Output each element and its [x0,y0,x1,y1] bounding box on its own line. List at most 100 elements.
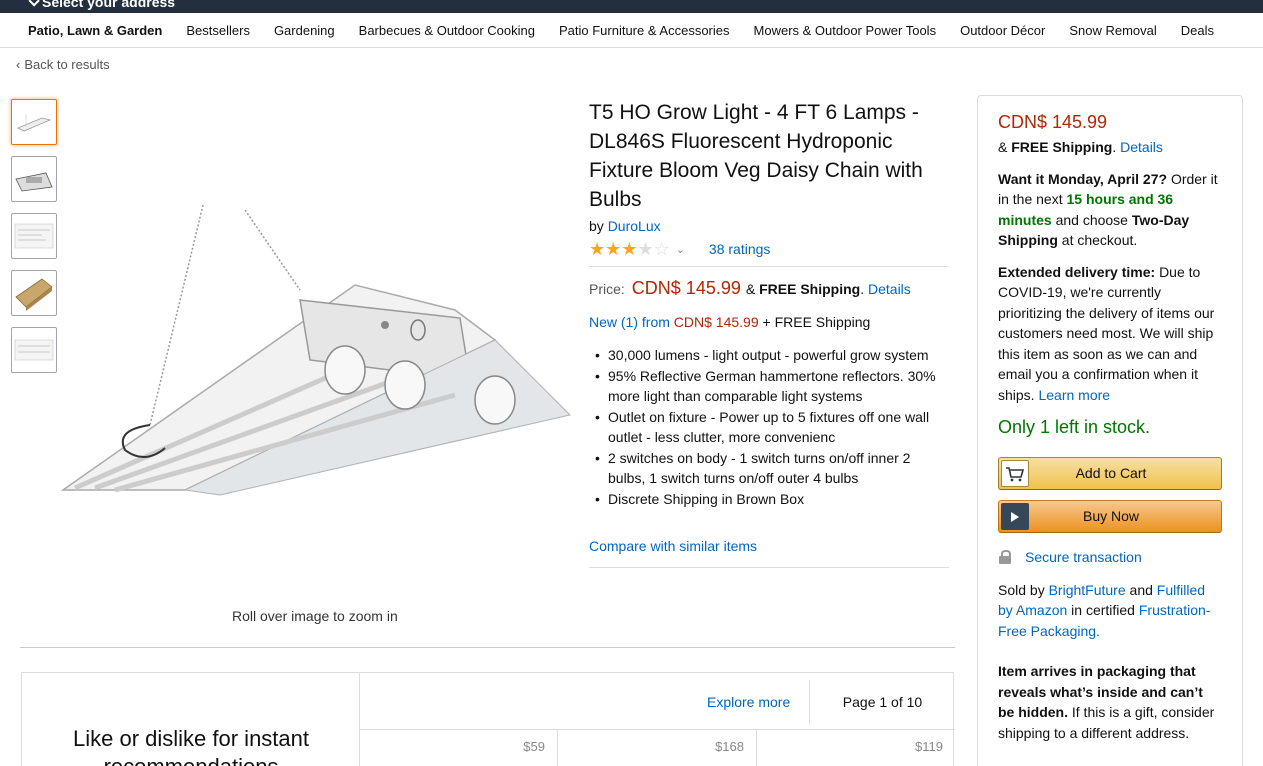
recommendations-widget: Like or dislike for instant recommendati… [21,672,955,766]
new-from-label: New (1) from [589,314,670,330]
select-address-link[interactable]: Select your address [28,0,175,10]
buybox-free-shipping: FREE Shipping [1011,139,1113,155]
divider [589,567,949,568]
sold-by-prefix: Sold by [998,581,1045,598]
select-address-label: Select your address [42,0,176,10]
nav-item-patio-lawn-garden[interactable]: Patio, Lawn & Garden [28,23,162,38]
box-thumbnail-icon [15,278,53,311]
brand-link[interactable]: DuroLux [608,218,661,234]
chevron-left-icon: ‹ [16,57,21,72]
card-price: $59 [523,739,545,754]
card-price: $119 [915,739,943,754]
recommendation-card[interactable]: $59 [360,730,558,766]
page-indicator: Page 1 of 10 [809,680,955,724]
shipping-ampersand: & [745,281,756,297]
feature-bullets: 30,000 lumens - light output - powerful … [589,345,949,509]
thumbnail-strip [11,99,57,384]
cart-icon [1001,460,1029,487]
seller-link[interactable]: BrightFuture [1049,582,1126,598]
nav-item-patio-furniture[interactable]: Patio Furniture & Accessories [559,23,730,38]
product-price: CDN$ 145.99 [631,278,741,298]
learn-more-link[interactable]: Learn more [1038,387,1110,403]
new-from-suffix: + FREE Shipping [762,314,871,330]
price-label: Price: [589,281,625,297]
new-from-row: New (1) from CDN$ 145.99 + FREE Shipping [589,314,949,330]
nav-item-barbecues[interactable]: Barbecues & Outdoor Cooking [359,23,535,38]
star-rating-icon[interactable]: ★★★★☆ [589,239,670,260]
delivery-estimate: Want it Monday, April 27? Order it in th… [998,169,1222,251]
nav-item-mowers[interactable]: Mowers & Outdoor Power Tools [754,23,937,38]
thumbnail-1[interactable] [11,99,57,145]
half-star-icon: ★ [637,238,654,259]
recommendation-card[interactable]: $119 [757,730,955,766]
feature-bullet: Outlet on fixture - Power up to 5 fixtur… [595,407,949,448]
stock-status: Only 1 left in stock. [998,417,1151,437]
location-pin-icon [28,0,40,7]
nav-item-gardening[interactable]: Gardening [274,23,335,38]
product-info: T5 HO Grow Light - 4 FT 6 Lamps - DL846S… [589,98,949,554]
nav-item-outdoor-decor[interactable]: Outdoor Décor [960,23,1045,38]
byline: by DuroLux [589,218,949,234]
empty-star-icon: ☆ [653,238,670,259]
grow-light-thumbnail-icon [17,114,52,132]
secure-transaction-row: Secure transaction [998,547,1222,568]
want-it-date: Want it Monday, April 27? [998,170,1168,187]
buybox-shipping: & FREE Shipping. Details [998,139,1163,155]
extended-delivery-text: Due to COVID-19, we're currently priorit… [998,263,1215,403]
by-label: by [589,218,604,234]
add-to-cart-label: Add to Cart [1075,465,1147,482]
buy-now-label: Buy Now [1082,508,1140,525]
play-icon [1001,503,1029,530]
at-checkout: at checkout. [1061,232,1138,248]
secure-transaction-link[interactable]: Secure transaction [1025,547,1142,568]
recommendation-card[interactable]: $168 [558,730,757,766]
packaging-notice: Item arrives in packaging that reveals w… [998,661,1222,743]
product-title: T5 HO Grow Light - 4 FT 6 Lamps - DL846S… [589,101,923,211]
buy-box: CDN$ 145.99 & FREE Shipping. Details Wan… [977,95,1243,766]
buy-now-button[interactable]: Buy Now [998,500,1222,533]
card-price: $168 [715,739,744,754]
explore-more-link[interactable]: Explore more [707,694,790,710]
thumbnail-5[interactable] [11,327,57,373]
rating-row: ★★★★☆ ⌄ 38 ratings [589,239,949,260]
buybox-details-link[interactable]: Details [1120,139,1163,155]
buybox-ship-ampersand: & [998,139,1008,155]
in-certified: in certified [1071,602,1135,618]
top-bar: Select your address [0,0,1263,13]
recommendations-prompt-panel: Like or dislike for instant recommendati… [22,673,360,766]
feature-bullet: 30,000 lumens - light output - powerful … [595,345,949,366]
recommendations-prompt: Like or dislike for instant recommendati… [73,726,309,766]
extended-delivery-notice: Extended delivery time: Due to COVID-19,… [998,262,1222,406]
extended-delivery-label: Extended delivery time: [998,263,1156,280]
chevron-down-icon[interactable]: ⌄ [676,243,685,256]
sold-by: Sold by BrightFuture and Fulfilled by Am… [998,580,1222,642]
ratings-count-link[interactable]: 38 ratings [709,241,770,257]
new-from-price: CDN$ 145.99 [673,314,759,330]
price-row: Price: CDN$ 145.99 & FREE Shipping. Deta… [589,278,911,298]
free-shipping-label: FREE Shipping [759,281,861,297]
feature-bullet: 95% Reflective German hammertone reflect… [595,366,949,407]
spec-sheet-thumbnail-icon [14,223,54,249]
nav-item-bestsellers[interactable]: Bestsellers [186,23,250,38]
back-to-results-label: Back to results [24,57,110,72]
nav-item-deals[interactable]: Deals [1181,23,1214,38]
compare-similar-link[interactable]: Compare with similar items [589,538,757,554]
shipping-details-link[interactable]: Details [868,281,911,297]
thumbnail-4[interactable] [11,270,57,316]
nav-item-snow-removal[interactable]: Snow Removal [1069,23,1156,38]
feature-bullet: 2 switches on body - 1 switch turns on/o… [595,448,949,489]
back-to-results-link[interactable]: ‹ Back to results [16,57,110,72]
divider [589,266,949,267]
add-to-cart-button[interactable]: Add to Cart [998,457,1222,490]
product-main-image[interactable] [55,190,575,520]
buybox-price: CDN$ 145.99 [998,112,1108,132]
sold-by-and: and [1129,581,1153,598]
new-offers-link[interactable]: New (1) from CDN$ 145.99 [589,314,759,330]
thumbnail-3[interactable] [11,213,57,259]
diagram-thumbnail-icon [14,339,54,361]
lock-icon [999,550,1011,565]
section-divider [20,647,955,648]
thumbnail-2[interactable] [11,156,57,202]
feature-bullet: Discrete Shipping in Brown Box [595,489,949,510]
zoom-hint: Roll over image to zoom in [232,608,398,624]
